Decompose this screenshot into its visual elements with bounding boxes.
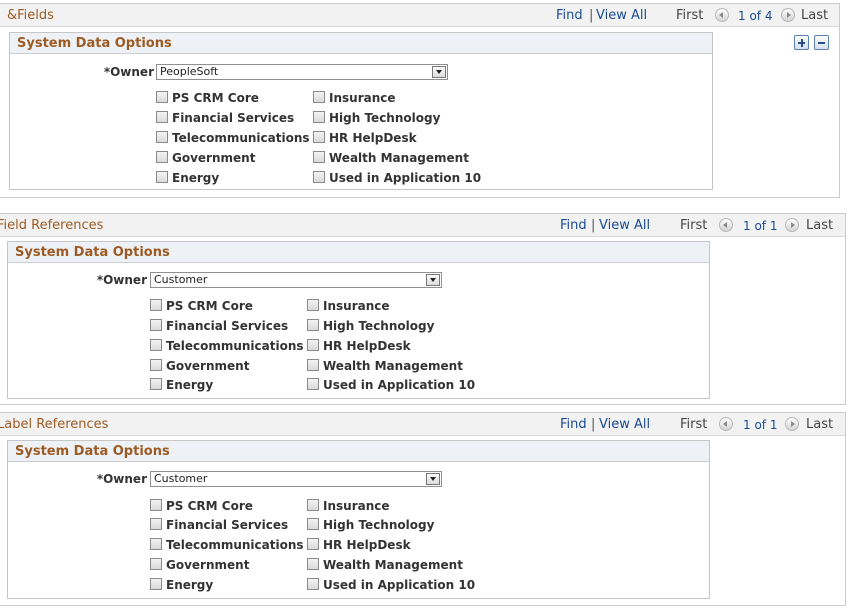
nav-separator: | [591, 417, 596, 432]
first-label: First [676, 8, 704, 23]
group-title: System Data Options [15, 444, 170, 459]
fields-section: &Fields Find | View All First 1 of 4 Las… [0, 3, 840, 198]
find-link[interactable]: Find [556, 8, 583, 23]
checkbox-icon[interactable] [307, 339, 319, 351]
checkbox-icon[interactable] [307, 518, 319, 530]
checkbox-icon[interactable] [156, 91, 168, 103]
owner-label: *Owner [103, 65, 154, 79]
checkbox-icon[interactable] [307, 578, 319, 590]
system-data-options-group: System Data Options *Owner PeopleSoft PS… [9, 32, 713, 190]
previous-row-icon[interactable] [719, 417, 733, 431]
section-header: &Fields Find | View All First 1 of 4 Las… [0, 4, 839, 27]
previous-row-icon[interactable] [719, 218, 733, 232]
owner-value: Customer [154, 273, 208, 286]
next-row-icon[interactable] [785, 218, 799, 232]
checkbox-icon[interactable] [307, 299, 319, 311]
checkbox-icon[interactable] [150, 499, 162, 511]
checkbox-icon[interactable] [150, 538, 162, 550]
group-header: System Data Options [8, 441, 709, 462]
row-navigator: Find | View All First 1 of 1 Last [560, 417, 842, 433]
group-header: System Data Options [10, 33, 712, 54]
owner-select[interactable]: PeopleSoft [156, 64, 448, 80]
checkbox-icon[interactable] [150, 359, 162, 371]
view-all-link[interactable]: View All [596, 8, 647, 23]
section-title: Label References [0, 417, 109, 432]
owner-label: *Owner [96, 472, 147, 486]
find-link[interactable]: Find [560, 218, 587, 233]
view-all-link[interactable]: View All [599, 218, 650, 233]
add-row-button[interactable] [794, 35, 809, 50]
checkbox-icon[interactable] [156, 131, 168, 143]
next-row-icon[interactable] [781, 8, 795, 22]
owner-value: PeopleSoft [160, 65, 219, 78]
group-title: System Data Options [17, 36, 172, 51]
checkbox-icon[interactable] [313, 171, 325, 183]
first-label: First [680, 417, 708, 432]
checkbox-icon[interactable] [156, 111, 168, 123]
section-header: Label References Find | View All First 1… [0, 413, 845, 436]
checkbox-icon[interactable] [307, 538, 319, 550]
section-header: Field References Find | View All First 1… [0, 214, 845, 237]
section-title: Field References [0, 218, 104, 233]
checkbox-icon[interactable] [156, 171, 168, 183]
last-label: Last [801, 8, 829, 23]
checkbox-icon[interactable] [150, 339, 162, 351]
field-references-section: Field References Find | View All First 1… [0, 213, 846, 405]
checkbox-icon[interactable] [150, 299, 162, 311]
owner-label: *Owner [96, 273, 147, 287]
checkbox-icon[interactable] [313, 131, 325, 143]
first-label: First [680, 218, 708, 233]
row-count: 1 of 4 [738, 9, 773, 23]
row-count: 1 of 1 [743, 418, 778, 432]
row-navigator: Find | View All First 1 of 4 Last [556, 8, 836, 24]
next-row-icon[interactable] [785, 417, 799, 431]
owner-select[interactable]: Customer [150, 272, 442, 288]
checkbox-icon[interactable] [150, 319, 162, 331]
view-all-link[interactable]: View All [599, 417, 650, 432]
system-data-options-group: System Data Options *Owner Customer PS C… [7, 241, 710, 399]
checkbox-icon[interactable] [150, 518, 162, 530]
section-title: &Fields [7, 8, 54, 23]
owner-value: Customer [154, 472, 208, 485]
row-count: 1 of 1 [743, 219, 778, 233]
checkbox-icon[interactable] [313, 111, 325, 123]
checkbox-icon[interactable] [150, 378, 162, 390]
checkbox-icon[interactable] [313, 91, 325, 103]
delete-row-button[interactable] [814, 35, 829, 50]
checkbox-icon[interactable] [307, 319, 319, 331]
last-label: Last [806, 218, 834, 233]
chevron-down-icon[interactable] [432, 66, 446, 78]
checkbox-icon[interactable] [150, 558, 162, 570]
checkbox-icon[interactable] [307, 558, 319, 570]
nav-separator: | [589, 8, 594, 23]
last-label: Last [806, 417, 834, 432]
nav-separator: | [591, 218, 596, 233]
checkbox-icon[interactable] [156, 151, 168, 163]
checkbox-icon[interactable] [150, 578, 162, 590]
checkbox-icon[interactable] [307, 499, 319, 511]
checkbox-icon[interactable] [307, 378, 319, 390]
row-navigator: Find | View All First 1 of 1 Last [560, 218, 842, 234]
label-references-section: Label References Find | View All First 1… [0, 412, 846, 606]
previous-row-icon[interactable] [715, 8, 729, 22]
system-data-options-group: System Data Options *Owner Customer PS C… [7, 440, 710, 599]
chevron-down-icon[interactable] [426, 274, 440, 286]
chevron-down-icon[interactable] [426, 473, 440, 485]
checkbox-icon[interactable] [313, 151, 325, 163]
group-title: System Data Options [15, 245, 170, 260]
group-header: System Data Options [8, 242, 709, 263]
find-link[interactable]: Find [560, 417, 587, 432]
checkbox-icon[interactable] [307, 359, 319, 371]
owner-select[interactable]: Customer [150, 471, 442, 487]
